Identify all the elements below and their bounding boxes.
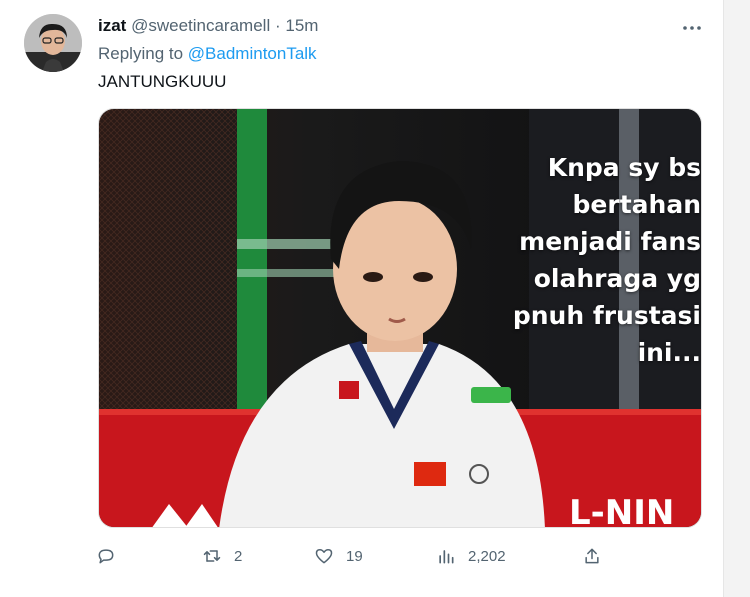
views-chart-icon <box>439 550 454 564</box>
more-options-button[interactable] <box>680 16 704 40</box>
replying-to: Replying to @BadmintonTalk <box>98 44 317 64</box>
retweet-button[interactable]: 2 <box>202 542 242 570</box>
views-button[interactable]: 2,202 <box>436 542 506 570</box>
tweet-card[interactable]: izat @sweetincaramell · 15m Replying to … <box>0 0 724 597</box>
share-icon <box>585 548 599 564</box>
display-name[interactable]: izat <box>98 16 126 35</box>
user-handle[interactable]: @sweetincaramell <box>131 16 270 35</box>
page-gutter <box>724 0 750 597</box>
media-caption-text: Knpa sy bs bertahan menjadi fans olahrag… <box>512 153 701 367</box>
like-button[interactable]: 19 <box>314 542 363 570</box>
heart-icon <box>315 549 333 564</box>
replying-prefix: Replying to <box>98 44 184 63</box>
reply-icon <box>98 549 114 564</box>
like-count: 19 <box>346 547 363 565</box>
replying-handle-link[interactable]: @BadmintonTalk <box>188 44 317 63</box>
retweet-icon <box>203 550 221 562</box>
tweet-header: izat @sweetincaramell · 15m <box>98 16 318 36</box>
tweet-actions: 2 19 2,202 <box>96 542 616 570</box>
share-button[interactable] <box>582 542 602 570</box>
retweet-count: 2 <box>234 547 243 565</box>
reply-button[interactable] <box>96 542 128 570</box>
tweet-media-image[interactable]: L-NIN Knpa sy bs bertahan menjadi fans o… <box>98 108 702 528</box>
timestamp[interactable]: 15m <box>285 16 318 35</box>
svg-text:L-NIN: L-NIN <box>569 493 674 528</box>
separator-dot: · <box>274 16 281 35</box>
tweet-text: JANTUNGKUUU <box>98 72 227 91</box>
view-count: 2,202 <box>468 547 506 565</box>
avatar[interactable] <box>24 14 82 72</box>
more-dots-icon <box>683 26 701 30</box>
